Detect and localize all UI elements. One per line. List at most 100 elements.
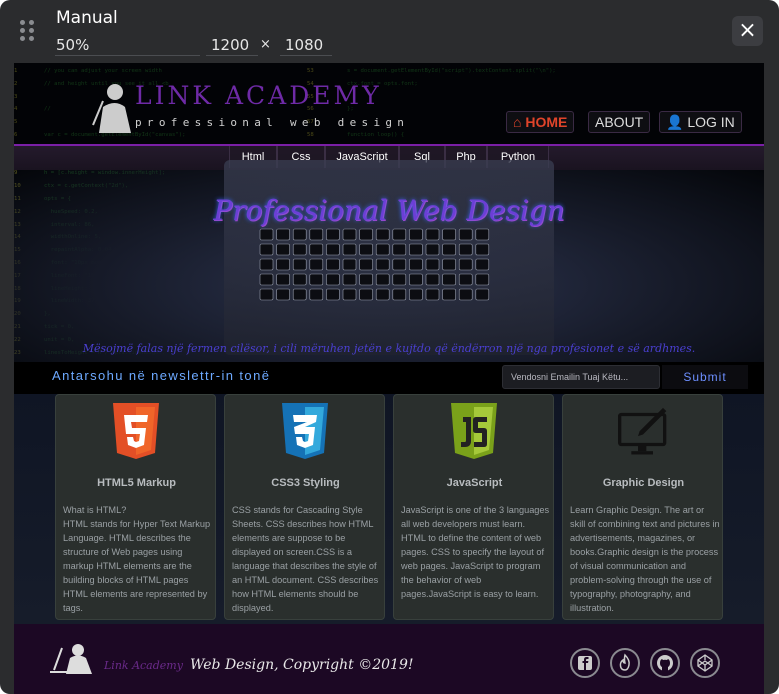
width-field[interactable]: 1200 [211,36,249,54]
keyboard-key [375,243,390,256]
close-button[interactable]: × [732,16,763,46]
keyboard-key [409,243,423,256]
codepen-icon[interactable] [690,648,720,678]
card-title: HTML5 Markup [97,477,176,489]
keyboard-key [342,258,357,271]
keyboard-key [458,273,473,286]
graphic-design-icon [618,407,667,455]
nav-home-label: HOME [525,114,568,130]
keyboard-key [276,243,290,256]
keyboard-key [309,228,324,241]
home-icon: ⌂ [513,114,522,130]
keyboard-key [425,288,440,301]
card-html5[interactable]: HTML5 Markup What is HTML? HTML stands f… [55,394,216,620]
keyboard-key [442,273,456,286]
zoom-field[interactable]: 50% [56,36,89,54]
keyboard-key [309,243,324,256]
keyboard-key [342,273,357,286]
site-header: LINK ACADEMY professional web design ⌂ H… [14,63,764,146]
keyboard-key [475,228,490,241]
logo-person-icon [92,84,131,133]
keyboard-key [442,258,456,271]
hero-title: Professional Web Design [213,194,565,227]
height-field[interactable]: 1080 [285,36,323,54]
keyboard-key [409,228,423,241]
keyboard-key [259,288,274,301]
keyboard-key [342,288,357,301]
keyboard-key [392,273,407,286]
nav-login-label: LOG IN [687,114,735,130]
site-footer: Link Academy Web Design, Copyright ©2019… [14,624,764,694]
keyboard-key [259,258,274,271]
keyboard-key [475,258,490,271]
newsletter-bar: Antarsohu në newslettr-in tonë Vendosni … [14,362,764,395]
keyboard-key [259,273,274,286]
card-graphic-design[interactable]: Graphic Design Learn Graphic Design. The… [562,394,723,620]
keyboard-key [326,273,340,286]
card-text: Learn Graphic Design. The art or skill o… [570,505,720,613]
keyboard-key [425,258,440,271]
keyboard-key [375,228,390,241]
facebook-icon[interactable] [570,648,600,678]
footer-logo-person-icon [50,644,92,674]
keyboard-key [326,258,340,271]
card-text: What is HTML? HTML stands for Hyper Text… [63,505,211,613]
hero-banner: Professional Web Design Mësojmë falas nj… [14,160,764,362]
keyboard-key [259,243,274,256]
brand-logo-text[interactable]: LINK ACADEMY [135,81,382,110]
css3-icon [282,403,328,459]
card-text: CSS stands for Cascading Style Sheets. C… [232,505,379,613]
keyboard-key [475,273,490,286]
keyboard-key [309,288,324,301]
keyboard-key [359,228,373,241]
keyboard-key [259,228,274,241]
github-icon[interactable] [650,648,680,678]
keyboard-key [458,258,473,271]
newsletter-email-input[interactable]: Vendosni Emailin Tuaj Këtu... [502,365,660,389]
footer-copyright: Web Design, Copyright ©2019! [190,657,414,673]
keyboard-key [326,288,340,301]
keyboard-key [425,273,440,286]
card-css3[interactable]: CSS3 Styling CSS stands for Cascading St… [224,394,385,620]
keyboard-key [375,288,390,301]
keyboard-key [425,228,440,241]
keyboard-key [326,228,340,241]
keyboard-key [309,273,324,286]
keyboard-key [475,243,490,256]
keyboard-key [359,288,373,301]
drag-handle-icon[interactable] [20,20,38,42]
keyboard-key [409,258,423,271]
keyboard-key [458,243,473,256]
hero-subtitle: Mësojmë falas një fermen cilësor, i cili… [82,342,696,355]
nav-about-button[interactable]: ABOUT [588,111,651,133]
keyboard-key [392,243,407,256]
card-title: JavaScript [446,477,503,489]
keyboard-key [392,258,407,271]
keyboard-key [276,288,290,301]
nav-home-button[interactable]: ⌂ HOME [506,111,575,133]
newsletter-submit-button[interactable]: Submit [662,365,748,389]
card-javascript[interactable]: JavaScript JavaScript is one of the 3 la… [393,394,554,620]
keyboard-key [409,288,423,301]
keyboard-key [292,258,307,271]
keyboard-key [292,228,307,241]
javascript-icon [451,403,497,459]
keyboard-key [276,258,290,271]
html5-icon [113,403,159,459]
card-text: JavaScript is one of the 3 languages all… [401,505,550,599]
keyboard-key [392,228,407,241]
keyboard-key [392,288,407,301]
device-preset-select[interactable]: Manual [56,8,118,28]
keyboard-key [342,243,357,256]
nav-login-button[interactable]: 👤 LOG IN [659,111,742,133]
codepen-flame-icon[interactable] [610,648,640,678]
newsletter-label: Antarsohu në newslettr-in tonë [52,368,271,383]
keyboard-key [292,243,307,256]
keyboard-key [409,273,423,286]
keyboard-key [375,258,390,271]
keyboard-key [425,243,440,256]
keyboard-key [276,228,290,241]
keyboard-key [292,273,307,286]
keyboard-key [276,273,290,286]
keyboard-key [475,288,490,301]
